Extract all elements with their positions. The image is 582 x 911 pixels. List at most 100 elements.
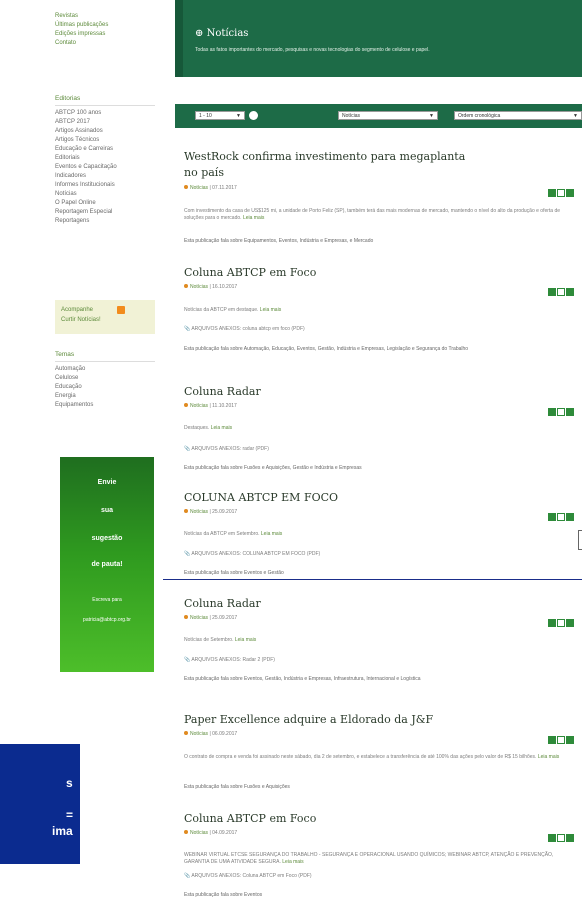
post-category[interactable]: Notícias	[190, 403, 208, 409]
share-icon[interactable]	[566, 736, 574, 744]
print-icon[interactable]	[548, 408, 556, 416]
editoria-item[interactable]: Indicadores	[55, 172, 155, 181]
email-icon[interactable]	[557, 408, 565, 416]
page-title-text: Notícias	[206, 28, 249, 39]
scroll-tab[interactable]	[578, 530, 582, 550]
share-icon[interactable]	[566, 834, 574, 842]
promo-email[interactable]: patricia@abtcp.org.br	[60, 617, 154, 623]
print-icon[interactable]	[548, 619, 556, 627]
post-title[interactable]: Coluna ABTCP em Foco	[184, 266, 316, 279]
read-more-link[interactable]: Leia mais	[243, 215, 264, 221]
share-icon[interactable]	[566, 619, 574, 627]
tema-item[interactable]: Energia	[55, 392, 155, 401]
post-category[interactable]: Notícias	[190, 615, 208, 621]
share-icon[interactable]	[566, 408, 574, 416]
post-meta: Notícias | 11.10.2017	[184, 403, 237, 409]
read-more-link[interactable]: Leia mais	[211, 425, 232, 431]
post-category[interactable]: Notícias	[190, 185, 208, 191]
editorias-heading: Editorias	[55, 94, 155, 106]
blue-text: =	[66, 808, 74, 822]
attachment-link[interactable]: ARQUIVOS ANEXOS: Coluna ABTCP em Foco (P…	[191, 873, 311, 879]
tema-item[interactable]: Celulose	[55, 374, 155, 383]
editoria-item[interactable]: O Papel Online	[55, 199, 155, 208]
print-icon[interactable]	[548, 513, 556, 521]
editorias-section: Editorias ABTCP 100 anos ABTCP 2017 Arti…	[55, 94, 155, 226]
read-more-link[interactable]: Leia mais	[260, 307, 281, 313]
attachment-link[interactable]: ARQUIVOS ANEXOS: radar (PDF)	[191, 446, 269, 452]
category-dot-icon	[184, 403, 188, 407]
order-select[interactable]: Ordem cronológica ▼	[454, 111, 582, 120]
blue-text: s	[66, 776, 73, 790]
post-category[interactable]: Notícias	[190, 284, 208, 290]
attachment-link[interactable]: ARQUIVOS ANEXOS: COLUNA ABTCP EM FOCO (P…	[191, 551, 320, 557]
share-icon[interactable]	[566, 513, 574, 521]
email-icon[interactable]	[557, 189, 565, 197]
category-select[interactable]: Notícias ▼	[338, 111, 438, 120]
editoria-item[interactable]: Eventos e Capacitação	[55, 163, 155, 172]
share-icon[interactable]	[566, 189, 574, 197]
chevron-down-icon: ▼	[429, 113, 434, 119]
tema-item[interactable]: Automação	[55, 365, 155, 374]
email-icon[interactable]	[557, 834, 565, 842]
filter-bar: 1 - 10 ▼ Notícias ▼ Ordem cronológica ▼	[175, 104, 582, 128]
editoria-item[interactable]: Reportagens	[55, 217, 155, 226]
read-more-link[interactable]: Leia mais	[282, 859, 303, 865]
attachment-link[interactable]: ARQUIVOS ANEXOS: coluna abtcp em foco (P…	[191, 326, 304, 332]
print-icon[interactable]	[548, 288, 556, 296]
post-category[interactable]: Notícias	[190, 830, 208, 836]
help-icon[interactable]	[249, 111, 258, 120]
sidebar-link-ultimas[interactable]: Últimas publicações	[55, 21, 155, 30]
editoria-item[interactable]: ABTCP 2017	[55, 118, 155, 127]
read-more-link[interactable]: Leia mais	[235, 637, 256, 643]
tema-item[interactable]: Educação	[55, 383, 155, 392]
email-icon[interactable]	[557, 619, 565, 627]
post-title[interactable]: Coluna ABTCP em Foco	[184, 812, 316, 825]
editoria-item[interactable]: Notícias	[55, 190, 155, 199]
excerpt-text: O contrato de compra e venda foi assinad…	[184, 754, 537, 760]
post-attachment: 📎 ARQUIVOS ANEXOS: radar (PDF)	[184, 446, 269, 452]
post-date: | 16.10.2017	[209, 284, 238, 290]
editoria-item[interactable]: Informes Institucionais	[55, 181, 155, 190]
editoria-item[interactable]: Artigos Assinados	[55, 127, 155, 136]
post-category[interactable]: Notícias	[190, 509, 208, 515]
print-icon[interactable]	[548, 736, 556, 744]
share-icons	[548, 731, 575, 749]
editoria-item[interactable]: Educação e Carreiras	[55, 145, 155, 154]
post-title[interactable]: COLUNA ABTCP EM FOCO	[184, 491, 338, 504]
tema-item[interactable]: Equipamentos	[55, 401, 155, 410]
promo-banner[interactable]: Envie sua sugestão de pauta! Escreva par…	[60, 457, 154, 672]
share-icons	[548, 283, 575, 301]
editoria-item[interactable]: Artigos Técnicos	[55, 136, 155, 145]
rss-icon[interactable]	[117, 306, 125, 314]
post-category[interactable]: Notícias	[190, 731, 208, 737]
email-icon[interactable]	[557, 288, 565, 296]
post-title[interactable]: Paper Excellence adquire a Eldorado da J…	[184, 713, 433, 726]
email-icon[interactable]	[557, 736, 565, 744]
attachment-link[interactable]: ARQUIVOS ANEXOS: Radar 2 (PDF)	[191, 657, 275, 663]
post-meta: Notícias | 16.10.2017	[184, 284, 237, 290]
print-icon[interactable]	[548, 189, 556, 197]
editoria-item[interactable]: Reportagem Especial	[55, 208, 155, 217]
post-title[interactable]: Coluna Radar	[184, 597, 261, 610]
follow-box: Acompanhe Curtir Notícias!	[55, 300, 155, 334]
read-more-link[interactable]: Leia mais	[538, 754, 559, 760]
post-title-cont[interactable]: no país	[184, 166, 224, 179]
read-more-link[interactable]: Leia mais	[261, 531, 282, 537]
post-title[interactable]: Coluna Radar	[184, 385, 261, 398]
per-page-select[interactable]: 1 - 10 ▼	[195, 111, 245, 120]
post-title[interactable]: WestRock confirma investimento para mega…	[184, 150, 465, 163]
post-excerpt: Notícias da ABTCP em Setembro. Leia mais	[184, 531, 579, 538]
editoria-item[interactable]: ABTCP 100 anos	[55, 109, 155, 118]
print-icon[interactable]	[548, 834, 556, 842]
post-excerpt: Notícias da ABTCP em destaque. Leia mais	[184, 307, 579, 314]
sidebar-link-contato[interactable]: Contato	[55, 39, 155, 48]
share-icon[interactable]	[566, 288, 574, 296]
post-date: | 06.09.2017	[209, 731, 238, 737]
excerpt-text: Notícias de Setembro.	[184, 637, 234, 643]
editoria-item[interactable]: Editoriais	[55, 154, 155, 163]
follow-link[interactable]: Curtir Notícias!	[61, 317, 101, 323]
sidebar-link-edicoes[interactable]: Edições impressas	[55, 30, 155, 39]
sidebar-link-revistas[interactable]: Revistas	[55, 12, 155, 21]
section-divider	[163, 579, 582, 580]
email-icon[interactable]	[557, 513, 565, 521]
